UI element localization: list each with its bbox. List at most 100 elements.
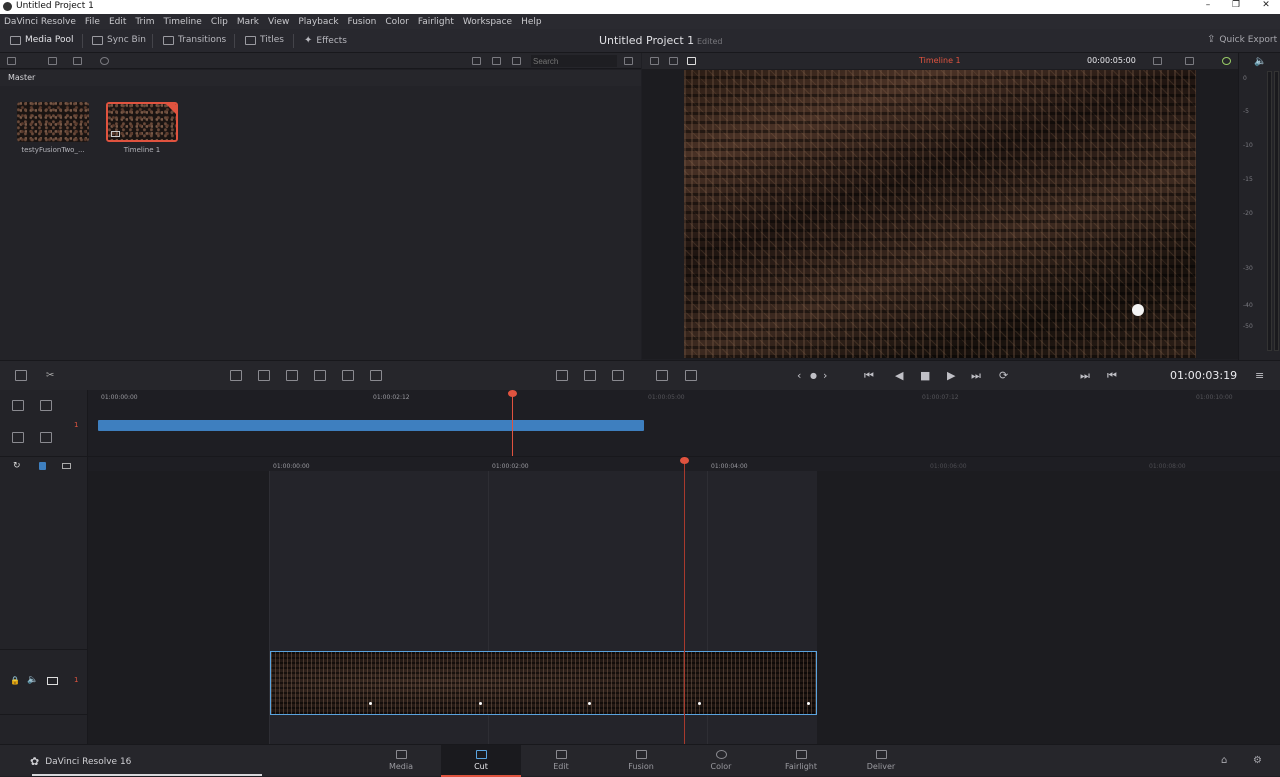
stop-icon[interactable]: ■	[920, 369, 930, 382]
thumbnail-view-icon[interactable]	[472, 57, 481, 65]
bin-name[interactable]: Master	[8, 73, 35, 82]
append-button[interactable]	[258, 370, 270, 381]
lower-playhead-handle[interactable]	[680, 457, 689, 464]
page-tab-media[interactable]: Media	[361, 745, 441, 777]
page-tab-cut[interactable]: Cut	[441, 745, 521, 777]
sort-icon[interactable]	[624, 57, 633, 65]
transitions-button[interactable]: Transitions	[163, 35, 226, 45]
sync-bin-button[interactable]: Sync Bin	[92, 35, 146, 45]
menu-view[interactable]: View	[268, 17, 289, 27]
page-tab-edit[interactable]: Edit	[521, 745, 601, 777]
transport-bar: ✂ ‹ ● › ⏮ ◀ ■ ▶ ⏭ ⟳ ⏭ ⏮ 01:00:03:19 ≡	[0, 360, 1280, 390]
timeline-view-icon[interactable]	[687, 57, 696, 65]
next-edit-icon[interactable]: ⏭	[1080, 369, 1090, 383]
refresh-icon[interactable]	[100, 57, 109, 65]
clip-thumbnail[interactable]	[17, 102, 89, 142]
loop-icon[interactable]: ⟳	[999, 369, 1008, 382]
filmstrip-view-icon[interactable]	[492, 57, 501, 65]
video-clip[interactable]	[270, 651, 817, 715]
smart-insert-icon[interactable]	[15, 370, 27, 381]
menu-trim[interactable]: Trim	[135, 17, 154, 27]
close-button[interactable]: ✕	[1256, 0, 1276, 10]
import-folder-icon[interactable]	[73, 57, 82, 65]
menu-clip[interactable]: Clip	[211, 17, 228, 27]
jog-dot-icon[interactable]: ●	[810, 371, 817, 380]
upper-playhead[interactable]	[512, 390, 513, 456]
place-on-top-button[interactable]	[342, 370, 354, 381]
audio-track-icon[interactable]	[12, 432, 24, 443]
minimize-button[interactable]: –	[1198, 0, 1218, 10]
timeline-overview-clip[interactable]	[98, 420, 644, 431]
next-arrow-icon[interactable]: ›	[823, 369, 827, 382]
lower-playhead[interactable]	[684, 457, 685, 745]
timeline-thumbnail[interactable]	[106, 102, 178, 142]
menu-davinci-resolve[interactable]: DaVinci Resolve	[4, 17, 76, 27]
meter-channel-left	[1267, 71, 1272, 351]
speaker-icon[interactable]: 🔈	[1254, 56, 1266, 67]
detach-viewer-icon[interactable]	[556, 370, 568, 381]
menu-edit[interactable]: Edit	[109, 17, 126, 27]
track-number: 1	[74, 676, 79, 684]
list-view-icon[interactable]	[512, 57, 521, 65]
media-pool-button[interactable]: Media Pool	[10, 35, 74, 45]
page-tab-fusion[interactable]: Fusion	[601, 745, 681, 777]
clip-frame-marker	[479, 702, 482, 705]
cinema-mode-icon[interactable]	[612, 370, 624, 381]
safe-area-button[interactable]	[584, 370, 596, 381]
menu-workspace[interactable]: Workspace	[463, 17, 512, 27]
razor-icon[interactable]: ✂	[46, 370, 58, 381]
menu-fairlight[interactable]: Fairlight	[418, 17, 454, 27]
media-search-input[interactable]	[531, 55, 617, 67]
prev-arrow-icon[interactable]: ‹	[797, 369, 801, 382]
menu-help[interactable]: Help	[521, 17, 542, 27]
tools-icon[interactable]	[685, 370, 697, 381]
meter-tick: -10	[1243, 142, 1253, 149]
toggle-bin-list-icon[interactable]	[7, 57, 16, 65]
import-media-icon[interactable]	[48, 57, 57, 65]
source-overwrite-button[interactable]	[370, 370, 382, 381]
audio-icon[interactable]: 🔈	[27, 675, 38, 685]
safe-area-icon[interactable]	[1153, 57, 1162, 65]
track-height-icon[interactable]	[12, 400, 24, 411]
viewer-layout-icon[interactable]	[1185, 57, 1194, 65]
menu-fusion[interactable]: Fusion	[348, 17, 377, 27]
color-wheel-icon[interactable]	[1222, 57, 1231, 65]
titles-button[interactable]: Titles	[245, 35, 284, 45]
upper-playhead-handle[interactable]	[508, 390, 517, 397]
close-up-button[interactable]	[314, 370, 326, 381]
page-tab-deliver[interactable]: Deliver	[841, 745, 921, 777]
monitor-icon[interactable]	[47, 677, 58, 685]
gear-icon[interactable]: ⚙	[1253, 755, 1262, 766]
menu-timeline[interactable]: Timeline	[164, 17, 202, 27]
page-tab-fairlight[interactable]: Fairlight	[761, 745, 841, 777]
lock-icon[interactable]: 🔒	[10, 676, 20, 685]
video-frame[interactable]	[684, 70, 1196, 358]
playhead-trim-icon[interactable]	[656, 370, 668, 381]
go-to-start-icon[interactable]: ⏮	[864, 369, 874, 383]
page-tab-color[interactable]: Color	[681, 745, 761, 777]
zoom-fit-icon[interactable]	[40, 400, 52, 411]
menu-color[interactable]: Color	[385, 17, 409, 27]
effects-button[interactable]: ✦ Effects	[304, 35, 347, 46]
menu-playback[interactable]: Playback	[298, 17, 338, 27]
smart-insert-button[interactable]	[230, 370, 242, 381]
restore-button[interactable]: ❐	[1226, 0, 1246, 10]
prev-edit-icon[interactable]: ⏮	[1107, 369, 1117, 383]
play-reverse-icon[interactable]: ◀	[895, 369, 903, 382]
clip-view-icon[interactable]	[62, 463, 71, 469]
home-icon[interactable]: ⌂	[1221, 755, 1227, 766]
go-to-end-icon[interactable]: ⏭	[971, 369, 981, 383]
viewer	[642, 69, 1238, 359]
upper-ruler[interactable]: 01:00:00:00 01:00:02:12 01:00:05:00 01:0…	[96, 390, 1280, 404]
play-icon[interactable]: ▶	[947, 369, 955, 382]
marker-icon[interactable]	[39, 462, 46, 470]
options-menu-icon[interactable]: ≡	[1255, 369, 1264, 382]
menu-file[interactable]: File	[85, 17, 100, 27]
menu-mark[interactable]: Mark	[237, 17, 259, 27]
quick-export-button[interactable]: ⇪ Quick Export	[1207, 34, 1277, 45]
source-tape-icon[interactable]	[669, 57, 678, 65]
source-clip-icon[interactable]	[650, 57, 659, 65]
audio-waveform-icon[interactable]	[40, 432, 52, 443]
snap-icon[interactable]: ↻	[13, 461, 21, 471]
ripple-overwrite-button[interactable]	[286, 370, 298, 381]
